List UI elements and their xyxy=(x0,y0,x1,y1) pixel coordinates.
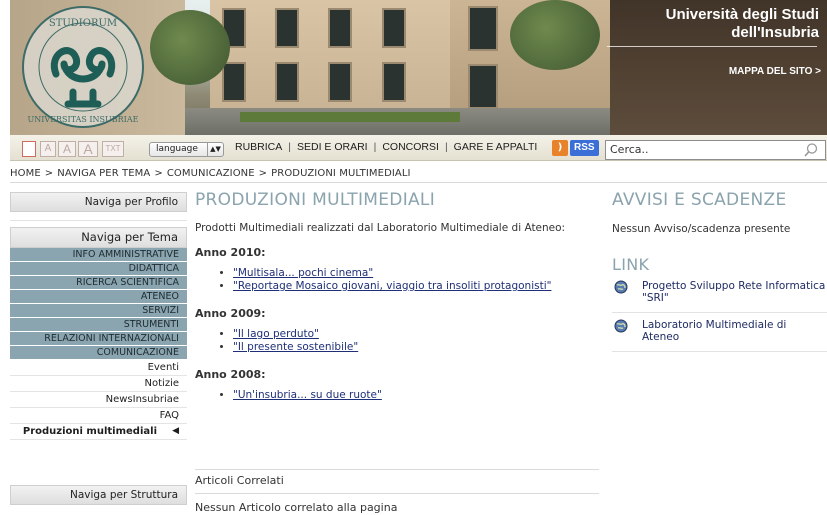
year-heading-2010: Anno 2010: xyxy=(195,246,266,259)
rss-button[interactable]: ) RSS xyxy=(552,140,599,156)
sidebar-item-servizi[interactable]: SERVIZI xyxy=(10,304,187,318)
list-item: "Un'insubria... su due ruote" xyxy=(233,389,600,402)
sidebar-subitem-notizie[interactable]: Notizie xyxy=(10,376,187,392)
sidebar-subitem-newsinsubriae[interactable]: NewsInsubriae xyxy=(10,392,187,408)
sidebar-item-strumenti[interactable]: STRUMENTI xyxy=(10,318,187,332)
link-sedi-orari[interactable]: SEDI E ORARI xyxy=(297,141,368,153)
university-name-line1: Università degli Studi xyxy=(665,6,819,23)
language-select[interactable]: language ▲▼ xyxy=(149,142,224,157)
related-articles-title: Articoli Correlati xyxy=(195,474,284,487)
main-content: PRODUZIONI MULTIMEDIALI Prodotti Multime… xyxy=(195,190,600,416)
year-heading-2009: Anno 2009: xyxy=(195,307,266,320)
select-arrows-icon: ▲▼ xyxy=(207,143,223,156)
notices-empty: Nessun Avviso/scadenza presente xyxy=(612,223,791,235)
link-item-laboratorio-multimediale[interactable]: Laboratorio Multimediale di Ateneo xyxy=(612,319,827,352)
breadcrumb-comunicazione[interactable]: COMUNICAZIONE xyxy=(167,168,255,179)
list-item: "Il lago perduto" xyxy=(233,328,600,341)
rss-feed-icon: ) xyxy=(552,140,568,156)
notices-title: AVVISI E SCADENZE xyxy=(612,190,787,210)
year-list-2009: "Il lago perduto" "Il presente sostenibi… xyxy=(233,328,600,354)
search-icon[interactable] xyxy=(803,142,819,158)
globe-link-icon xyxy=(614,319,628,333)
sidebar-divider xyxy=(10,220,187,221)
sidebar-item-didattica[interactable]: DIDATTICA xyxy=(10,262,187,276)
university-name-line2: dell'Insubria xyxy=(731,24,819,41)
link-item-sri-line2: "SRI" xyxy=(642,292,669,304)
link-item-sri-line1: Progetto Sviluppo Rete Informatica xyxy=(642,280,826,292)
globe-link-icon xyxy=(614,280,628,294)
related-divider-bottom xyxy=(195,493,599,494)
search-input[interactable]: Cerca.. xyxy=(605,140,826,160)
nav-by-structure-button[interactable]: Naviga per Struttura xyxy=(10,485,187,505)
language-select-value: language xyxy=(156,144,198,154)
list-item: "Multisala... pochi cinema" xyxy=(233,267,600,280)
page-intro: Prodotti Multimediali realizzati dal Lab… xyxy=(195,222,566,234)
breadcrumb-current: PRODUZIONI MULTIMEDIALI xyxy=(271,168,411,179)
font-size-large-button[interactable]: A xyxy=(78,141,98,157)
sidebar-item-ricerca-scientifica[interactable]: RICERCA SCIENTIFICA xyxy=(10,276,187,290)
video-link-lago-perduto[interactable]: "Il lago perduto" xyxy=(233,328,319,340)
year-heading-2008: Anno 2008: xyxy=(195,368,266,381)
text-only-button[interactable]: TXT xyxy=(102,141,124,157)
header-banner: STUDIORUM UNIVERSITAS INSUBRIAE Universi… xyxy=(10,0,827,135)
font-size-small-button[interactable]: A xyxy=(40,141,56,157)
right-column: AVVISI E SCADENZE Nessun Avviso/scadenza… xyxy=(612,190,827,358)
link-item-lab-line2: Ateneo xyxy=(642,331,680,343)
breadcrumb-home[interactable]: HOME xyxy=(10,168,41,179)
video-link-presente-sostenibile[interactable]: "Il presente sostenibile" xyxy=(233,341,358,353)
sidebar-subitem-produzioni-multimediali[interactable]: Produzioni multimediali ◀ xyxy=(10,424,187,440)
page-title: PRODUZIONI MULTIMEDIALI xyxy=(195,190,436,210)
font-size-reset-button[interactable] xyxy=(22,141,36,157)
breadcrumb-divider xyxy=(10,182,827,183)
site-map-link[interactable]: MAPPA DEL SITO > xyxy=(729,66,821,77)
video-link-multisala[interactable]: "Multisala... pochi cinema" xyxy=(233,267,373,279)
year-list-2010: "Multisala... pochi cinema" "Reportage M… xyxy=(233,267,600,293)
rss-label: RSS xyxy=(570,140,599,156)
link-gare-appalti[interactable]: GARE E APPALTI xyxy=(454,141,538,153)
font-size-medium-button[interactable]: A xyxy=(58,141,76,157)
nav-by-theme-button[interactable]: Naviga per Tema xyxy=(10,227,187,248)
university-seal-logo[interactable]: STUDIORUM UNIVERSITAS INSUBRIAE xyxy=(18,4,148,130)
sidebar-item-ateneo[interactable]: ATENEO xyxy=(10,290,187,304)
sidebar-subitem-active-label: Produzioni multimediali xyxy=(22,426,157,437)
video-link-reportage-mosaico[interactable]: "Reportage Mosaico giovani, viaggio tra … xyxy=(233,280,551,292)
list-item: "Il presente sostenibile" xyxy=(233,341,600,354)
video-link-insubria-due-ruote[interactable]: "Un'insubria... su due ruote" xyxy=(233,389,382,401)
related-divider-top xyxy=(195,469,599,470)
related-articles-empty: Nessun Articolo correlato alla pagina xyxy=(195,501,398,514)
sidebar-item-info-amministrative[interactable]: INFO AMMINISTRATIVE xyxy=(10,248,187,262)
sidebar-item-comunicazione[interactable]: COMUNICAZIONE xyxy=(10,346,187,360)
sidebar-subitem-faq[interactable]: FAQ xyxy=(10,408,187,424)
nav-by-profile-button[interactable]: Naviga per Profilo xyxy=(10,192,187,212)
university-name: Università degli Studi dell'Insubria xyxy=(666,6,819,42)
active-pointer-icon: ◀ xyxy=(172,426,179,436)
link-concorsi[interactable]: CONCORSI xyxy=(382,141,439,153)
header-divider xyxy=(607,46,817,47)
sidebar-subitem-eventi[interactable]: Eventi xyxy=(10,360,187,376)
svg-text:STUDIORUM: STUDIORUM xyxy=(49,18,117,29)
links-title: LINK xyxy=(612,255,650,274)
link-item-sri[interactable]: Progetto Sviluppo Rete Informatica "SRI" xyxy=(612,280,827,313)
breadcrumb-naviga-per-tema[interactable]: NAVIGA PER TEMA xyxy=(57,168,150,179)
link-item-lab-line1: Laboratorio Multimediale di xyxy=(642,319,787,331)
year-list-2008: "Un'insubria... su due ruote" xyxy=(233,389,600,402)
link-rubrica[interactable]: RUBRICA xyxy=(235,141,282,153)
breadcrumb: HOME > NAVIGA PER TEMA > COMUNICAZIONE > PRODU… xyxy=(10,168,411,179)
list-item: "Reportage Mosaico giovani, viaggio tra … xyxy=(233,280,600,293)
top-links: RUBRICA | SEDI E ORARI | CONCORSI | GARE E APP… xyxy=(235,141,538,153)
svg-text:UNIVERSITAS INSUBRIAE: UNIVERSITAS INSUBRIAE xyxy=(28,115,139,124)
sidebar-item-relazioni-internazionali[interactable]: RELAZIONI INTERNAZIONALI xyxy=(10,332,187,346)
theme-nav-list: INFO AMMINISTRATIVE DIDATTICA RICERCA SC… xyxy=(10,248,187,440)
